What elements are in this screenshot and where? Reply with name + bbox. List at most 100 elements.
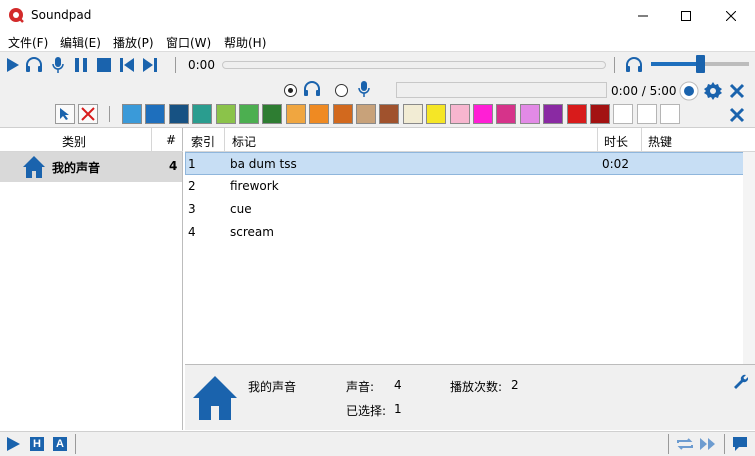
wrench-icon xyxy=(734,374,749,389)
home-icon xyxy=(23,156,45,178)
sound-row[interactable]: 1 ba dum tss 0:02 xyxy=(185,152,744,175)
sound-list-scrollbar[interactable] xyxy=(743,152,755,364)
maximize-button[interactable] xyxy=(663,0,708,31)
color-swatch[interactable] xyxy=(590,104,610,124)
headphones-icon-wrap xyxy=(303,80,321,98)
color-swatch[interactable] xyxy=(403,104,423,124)
info-selected-label: 已选择: xyxy=(346,404,387,418)
info-sounds-label: 声音: xyxy=(346,380,375,394)
play-button[interactable] xyxy=(3,56,21,74)
sound-row[interactable]: 4 scream xyxy=(185,221,744,244)
color-swatch[interactable] xyxy=(660,104,680,124)
menu-file[interactable]: 文件(F) xyxy=(8,34,48,51)
status-bar: H A xyxy=(0,431,755,456)
close-window-button[interactable] xyxy=(708,0,753,31)
hotkeys-label: H xyxy=(30,437,44,451)
previous-icon xyxy=(120,58,134,72)
settings-button[interactable] xyxy=(703,81,723,101)
color-swatch[interactable] xyxy=(122,104,142,124)
headphones-icon xyxy=(626,57,642,72)
hotkeys-toggle-button[interactable]: H xyxy=(29,436,45,452)
volume-fill xyxy=(651,62,700,66)
color-swatch[interactable] xyxy=(145,104,165,124)
play-icon xyxy=(7,58,19,72)
color-swatch[interactable] xyxy=(262,104,282,124)
fast-forward-icon xyxy=(700,438,715,450)
select-tool-button[interactable] xyxy=(55,104,75,124)
play-headphones-button[interactable] xyxy=(25,56,43,74)
status-play-button[interactable] xyxy=(5,436,21,452)
headphones-icon xyxy=(304,81,320,96)
color-swatch[interactable] xyxy=(192,104,212,124)
color-swatch[interactable] xyxy=(239,104,259,124)
color-swatch[interactable] xyxy=(169,104,189,124)
chat-button[interactable] xyxy=(732,436,748,452)
stop-button[interactable] xyxy=(95,56,113,74)
volume-headphones-icon-wrap xyxy=(625,56,643,74)
color-swatch[interactable] xyxy=(637,104,657,124)
playback-progress-bar[interactable] xyxy=(222,61,606,69)
sound-title: firework xyxy=(230,179,279,193)
color-swatch[interactable] xyxy=(496,104,516,124)
category-header: 类别 # xyxy=(0,128,183,152)
previous-button[interactable] xyxy=(118,56,136,74)
color-swatch[interactable] xyxy=(543,104,563,124)
sound-index: 3 xyxy=(188,202,196,216)
color-swatch[interactable] xyxy=(286,104,306,124)
sound-row[interactable]: 3 cue xyxy=(185,198,744,221)
auto-toggle-button[interactable]: A xyxy=(52,436,68,452)
count-column-header[interactable]: # xyxy=(166,133,176,147)
color-swatch[interactable] xyxy=(333,104,353,124)
pause-button[interactable] xyxy=(72,56,90,74)
color-swatch[interactable] xyxy=(216,104,236,124)
color-swatch[interactable] xyxy=(567,104,587,124)
sound-duration: 0:02 xyxy=(602,157,629,171)
color-swatch[interactable] xyxy=(520,104,540,124)
color-swatch[interactable] xyxy=(473,104,493,124)
home-icon xyxy=(193,376,237,420)
column-separator xyxy=(151,128,152,152)
color-swatch[interactable] xyxy=(309,104,329,124)
menu-edit[interactable]: 编辑(E) xyxy=(60,34,101,51)
fast-forward-button[interactable] xyxy=(699,436,717,452)
edit-category-button[interactable] xyxy=(732,373,749,389)
sound-list: 索引 标记 时长 热键 1 ba dum tss 0:02 2 firework… xyxy=(185,128,755,364)
color-toolbar-close-button[interactable] xyxy=(727,105,747,125)
record-button[interactable] xyxy=(679,81,699,101)
category-panel: 类别 # 我的声音 4 xyxy=(0,128,183,430)
menu-play[interactable]: 播放(P) xyxy=(113,34,154,51)
play-microphone-button[interactable] xyxy=(49,56,67,74)
record-icon xyxy=(679,81,699,101)
stop-icon xyxy=(97,58,111,72)
next-icon xyxy=(143,58,157,72)
color-swatch[interactable] xyxy=(450,104,470,124)
category-column-header[interactable]: 类别 xyxy=(62,133,86,150)
repeat-button[interactable] xyxy=(676,436,694,452)
output-microphone-radio[interactable] xyxy=(335,84,348,97)
column-separator xyxy=(224,128,225,152)
info-category-name: 我的声音 xyxy=(248,380,297,394)
color-swatch[interactable] xyxy=(426,104,446,124)
index-column-header[interactable]: 索引 xyxy=(191,133,215,150)
volume-slider-thumb[interactable] xyxy=(696,55,705,73)
menu-window[interactable]: 窗口(W) xyxy=(166,34,211,51)
recording-progress-bar xyxy=(396,82,607,98)
color-swatch[interactable] xyxy=(613,104,633,124)
hotkey-column-header[interactable]: 热键 xyxy=(648,133,672,150)
category-item[interactable]: 我的声音 4 xyxy=(0,152,182,182)
recording-close-button[interactable] xyxy=(727,81,747,101)
sound-row[interactable]: 2 firework xyxy=(185,175,744,198)
color-swatch[interactable] xyxy=(379,104,399,124)
duration-column-header[interactable]: 时长 xyxy=(604,133,628,150)
title-column-header[interactable]: 标记 xyxy=(232,133,256,150)
color-swatch[interactable] xyxy=(356,104,376,124)
menu-help[interactable]: 帮助(H) xyxy=(224,34,266,51)
clear-color-button[interactable] xyxy=(78,104,98,124)
minimize-button[interactable] xyxy=(620,0,665,31)
info-selected-value: 1 xyxy=(394,402,402,416)
output-headphones-radio[interactable] xyxy=(284,84,297,97)
headphones-icon xyxy=(26,57,42,72)
next-button[interactable] xyxy=(141,56,159,74)
chat-icon xyxy=(733,437,747,451)
sound-index: 2 xyxy=(188,179,196,193)
